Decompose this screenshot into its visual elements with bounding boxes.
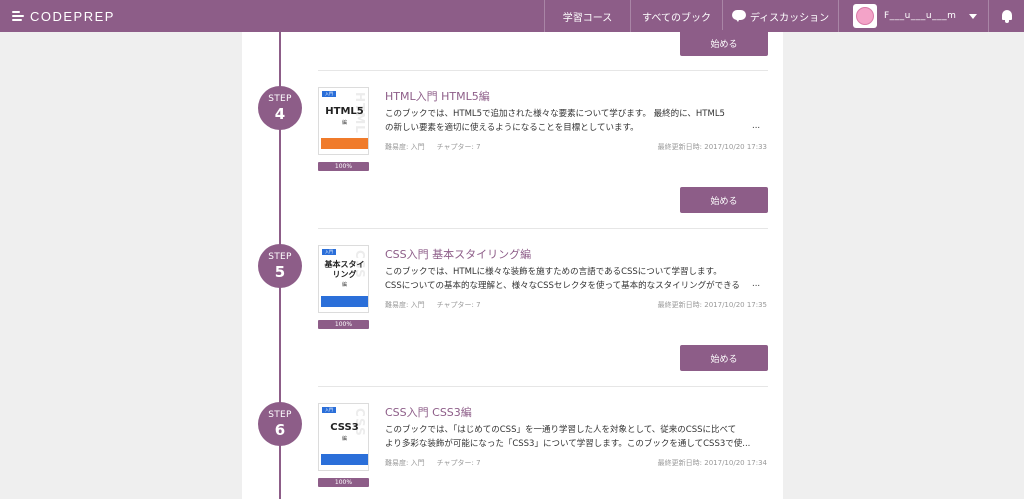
difficulty: 難易度: 入門 (385, 143, 425, 151)
start-button[interactable]: 始める (680, 345, 768, 371)
book-title-link[interactable]: CSS入門 基本スタイリング編 (385, 246, 531, 262)
chevron-down-icon (969, 13, 978, 19)
cover-subtitle: 編 (341, 120, 347, 126)
logo[interactable]: CODEPREP (12, 8, 115, 24)
difficulty: 難易度: 入門 (385, 459, 425, 467)
book-description: このブックでは、「はじめてのCSS」を一通り学習した人を対象として、従来のCSS… (385, 423, 765, 451)
book-title-link[interactable]: HTML入門 HTML5編 (385, 88, 490, 104)
cover-title: CSS3 (330, 422, 359, 433)
nav-discussion[interactable]: ディスカッション (722, 0, 838, 32)
description-more: ... (752, 279, 761, 289)
bell-icon (1001, 9, 1013, 23)
cover-subtitle: 編 (341, 282, 347, 288)
avatar (853, 4, 877, 28)
progress-badge: 100% (318, 320, 369, 329)
description-line: より多彩な装飾が可能になった「CSS3」について学習します。このブックを通してC… (385, 439, 751, 449)
last-updated: 最終更新日時: 2017/10/20 17:33 (657, 143, 767, 151)
cover-band (321, 454, 368, 465)
nav-all-books[interactable]: すべてのブック (630, 0, 722, 32)
book-description: このブックでは、HTMLに様々な装飾を施すための言語であるCSSについて学習しま… (385, 265, 765, 293)
divider (318, 386, 768, 387)
step-label: STEP (268, 410, 292, 420)
cover-title: 基本スタイリング (324, 260, 365, 279)
divider (318, 70, 768, 71)
step-label: STEP (268, 252, 292, 262)
step-badge: STEP 6 (258, 402, 302, 446)
book-meta: 難易度: 入門 チャプター: 7 (385, 300, 481, 310)
cover-tag: 入門 (322, 407, 336, 413)
last-updated: 最終更新日時: 2017/10/20 17:34 (657, 459, 767, 467)
step-label: STEP (268, 94, 292, 104)
description-line: CSSについての基本的な理解と、様々なCSSセレクタを使って基本的なスタイリング… (385, 281, 740, 291)
chapters: チャプター: 7 (436, 143, 481, 151)
menu-icon[interactable] (12, 10, 24, 22)
chapters: チャプター: 7 (436, 301, 481, 309)
book-description: このブックでは、HTML5で追加された様々な要素について学びます。 最終的に、H… (385, 107, 765, 135)
book-cover[interactable]: 入門 CSS 基本スタイリング 編 (318, 245, 369, 313)
description-line: このブックでは、「はじめてのCSS」を一通り学習した人を対象として、従来のCSS… (385, 425, 737, 435)
cover-title: HTML5 (325, 106, 364, 117)
step-badge: STEP 5 (258, 244, 302, 288)
divider (318, 228, 768, 229)
chat-bubble-icon (731, 10, 746, 22)
step-number: 4 (274, 105, 286, 123)
description-line: の新しい要素を適切に使えるようになることを目標としています。 (385, 123, 639, 133)
description-more: ... (752, 121, 761, 131)
step-number: 5 (274, 263, 286, 281)
difficulty: 難易度: 入門 (385, 301, 425, 309)
book-cover[interactable]: 入門 HTML HTML5 編 (318, 87, 369, 155)
cover-subtitle: 編 (341, 436, 347, 442)
logo-text: CODEPREP (30, 8, 115, 24)
cover-band (321, 296, 368, 307)
cover-tag: 入門 (322, 91, 336, 97)
step-number: 6 (274, 421, 286, 439)
progress-badge: 100% (318, 478, 369, 487)
chapters: チャプター: 7 (436, 459, 481, 467)
start-button-step-3[interactable]: 始める (680, 30, 768, 56)
book-cover[interactable]: 入門 CSS CSS3 編 (318, 403, 369, 471)
user-menu[interactable]: F___u___u___m (838, 0, 988, 32)
nav-discussion-label: ディスカッション (749, 12, 830, 24)
description-line: このブックでは、HTML5で追加された様々な要素について学びます。 最終的に、H… (385, 109, 725, 119)
top-header: CODEPREP 学習コース すべてのブック ディスカッション F___u___… (0, 0, 1024, 32)
cover-band (321, 138, 368, 149)
last-updated: 最終更新日時: 2017/10/20 17:35 (657, 301, 767, 309)
progress-badge: 100% (318, 162, 369, 171)
step-badge: STEP 4 (258, 86, 302, 130)
description-line: このブックでは、HTMLに様々な装飾を施すための言語であるCSSについて学習しま… (385, 267, 722, 277)
book-meta: 難易度: 入門 チャプター: 7 (385, 458, 481, 468)
start-button[interactable]: 始める (680, 187, 768, 213)
cover-tag: 入門 (322, 249, 336, 255)
book-meta: 難易度: 入門 チャプター: 7 (385, 142, 481, 152)
book-title-link[interactable]: CSS入門 CSS3編 (385, 404, 472, 420)
nav-courses[interactable]: 学習コース (544, 0, 630, 32)
notifications-button[interactable] (988, 0, 1024, 32)
username: F___u___u___m (884, 11, 957, 21)
